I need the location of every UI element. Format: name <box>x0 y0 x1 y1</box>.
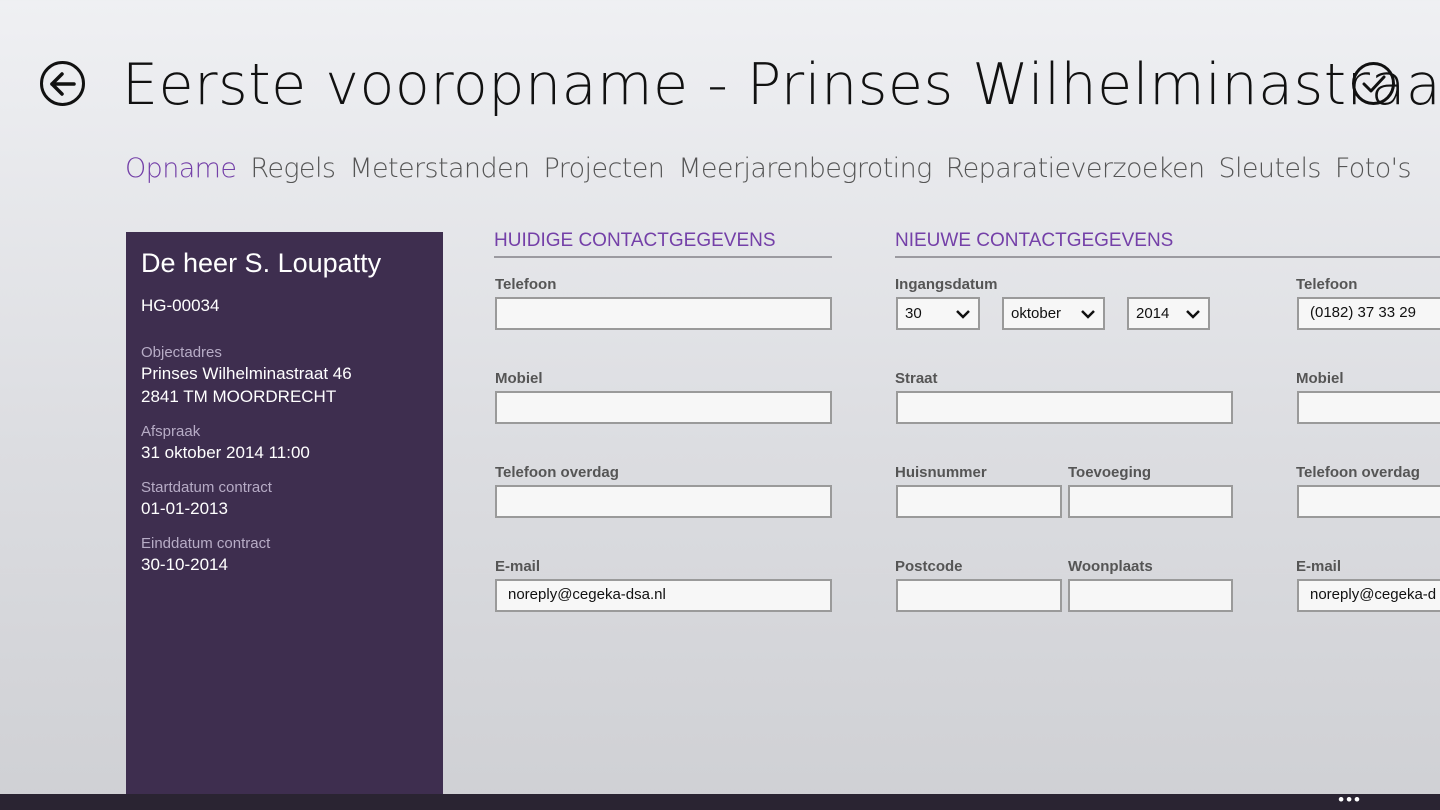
year-select-value: 2014 <box>1136 305 1170 322</box>
start-date-label: Ingangsdatum <box>895 276 998 293</box>
tab-regels[interactable]: Regels <box>250 150 336 190</box>
back-arrow-icon <box>49 71 76 96</box>
postcode-input[interactable] <box>896 579 1062 612</box>
appointment-value: 31 oktober 2014 11:00 <box>141 443 310 462</box>
app-bar: ••• <box>0 791 1440 810</box>
chevron-down-icon <box>1186 309 1200 319</box>
current-contact-heading: HUIDIGE CONTACTGEGEVENS <box>494 230 832 258</box>
month-select-value: oktober <box>1011 305 1062 322</box>
year-select[interactable]: 2014 <box>1127 297 1210 330</box>
addition-input[interactable] <box>1068 485 1233 518</box>
new-contact-heading: NIEUWE CONTACTGEGEVENS <box>895 230 1440 258</box>
new-phone-input[interactable]: (0182) 37 33 29 <box>1297 297 1440 330</box>
current-email-label: E-mail <box>495 558 541 575</box>
contract-start-label: Startdatum contract <box>141 479 272 496</box>
current-mobile-input[interactable] <box>495 391 832 424</box>
checkmark-icon <box>1362 75 1385 92</box>
tab-fotos[interactable]: Foto's <box>1335 150 1412 190</box>
current-phone-label: Telefoon <box>495 276 557 293</box>
page-title: Eerste vooropname - Prinses Wilhelminast… <box>122 52 1440 118</box>
postcode-label: Postcode <box>895 558 963 575</box>
tab-meterstanden[interactable]: Meterstanden <box>349 150 530 190</box>
street-input[interactable] <box>896 391 1233 424</box>
tab-opname[interactable]: Opname <box>125 150 237 190</box>
new-email-label: E-mail <box>1296 558 1342 575</box>
object-address-line1: Prinses Wilhelminastraat 46 <box>141 364 352 383</box>
current-phone-input[interactable] <box>495 297 832 330</box>
housenumber-input[interactable] <box>896 485 1062 518</box>
city-label: Woonplaats <box>1068 558 1153 575</box>
day-select-value: 30 <box>905 305 922 322</box>
contract-start-value: 01-01-2013 <box>141 499 228 518</box>
current-dayphone-label: Telefoon overdag <box>495 464 619 481</box>
object-address-value: Prinses Wilhelminastraat 46 2841 TM MOOR… <box>141 362 428 408</box>
appointment-label: Afspraak <box>141 423 201 440</box>
city-input[interactable] <box>1068 579 1233 612</box>
street-label: Straat <box>895 370 938 387</box>
contract-end-label: Einddatum contract <box>141 535 271 552</box>
tenant-name: De heer S. Loupatty <box>141 248 382 278</box>
tab-bar: Opname Regels Meterstanden Projecten Mee… <box>125 150 1425 190</box>
chevron-down-icon <box>1081 309 1095 319</box>
new-dayphone-label: Telefoon overdag <box>1296 464 1420 481</box>
confirm-button[interactable] <box>1352 62 1395 105</box>
chevron-down-icon <box>956 309 970 319</box>
housenumber-label: Huisnummer <box>895 464 987 481</box>
new-dayphone-input[interactable] <box>1297 485 1440 518</box>
new-mobile-input[interactable] <box>1297 391 1440 424</box>
tab-sleutels[interactable]: Sleutels <box>1218 150 1321 190</box>
addition-label: Toevoeging <box>1068 464 1152 481</box>
new-phone-label: Telefoon <box>1296 276 1358 293</box>
tab-meerjarenbegroting[interactable]: Meerjarenbegroting <box>678 150 932 190</box>
day-select[interactable]: 30 <box>896 297 980 330</box>
object-address-label: Objectadres <box>141 344 222 361</box>
new-mobile-label: Mobiel <box>1296 370 1344 387</box>
more-options-button[interactable]: ••• <box>1338 791 1362 808</box>
object-address-line2: 2841 TM MOORDRECHT <box>141 387 337 406</box>
current-dayphone-input[interactable] <box>495 485 832 518</box>
tenant-info-panel: De heer S. Loupatty HG-00034 Objectadres… <box>126 232 443 810</box>
back-button[interactable] <box>40 61 85 106</box>
tab-reparatieverzoeken[interactable]: Reparatieverzoeken <box>946 150 1205 190</box>
tab-projecten[interactable]: Projecten <box>544 150 665 190</box>
current-email-input[interactable]: noreply@cegeka-dsa.nl <box>495 579 832 612</box>
month-select[interactable]: oktober <box>1002 297 1105 330</box>
contract-end-value: 30-10-2014 <box>141 555 228 574</box>
new-email-input[interactable]: noreply@cegeka-d <box>1297 579 1440 612</box>
current-mobile-label: Mobiel <box>495 370 543 387</box>
tenant-code: HG-00034 <box>141 296 220 315</box>
